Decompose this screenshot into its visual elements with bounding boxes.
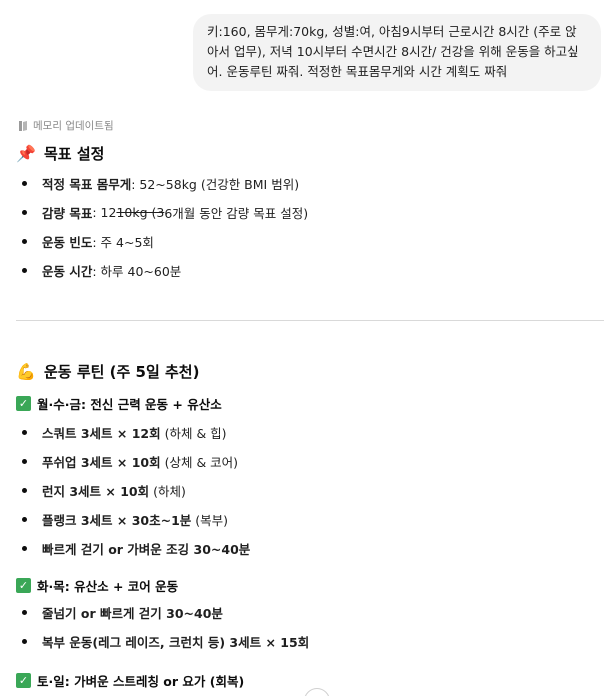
goal-item-frequency: 운동 빈도 : 주 4~5회 [18, 227, 308, 256]
list-item: 줄넘기 or 빠르게 걷기 30~40분 [18, 598, 309, 627]
list-item: 푸쉬업 3세트 × 10회 (상체 & 코어) [18, 447, 250, 476]
bullet-dot [22, 430, 27, 435]
memory-icon [19, 120, 27, 131]
flexed-biceps-icon: 💪 [16, 362, 36, 381]
scroll-down-button[interactable] [304, 688, 330, 696]
routine-section-title: 💪 운동 루틴 (주 5일 추천) [16, 361, 199, 382]
day-group-tue-thu: ✓ 화·목: 유산소 + 코어 운동 [16, 576, 178, 595]
pushpin-icon: 📌 [16, 144, 36, 163]
list-item: 플랭크 3세트 × 30초~1분 (복부) [18, 505, 250, 534]
list-item: 복부 운동(레그 레이즈, 크런치 등) 3세트 × 15회 [18, 627, 309, 656]
day-group-sat-sun: ✓ 토·일: 가벼운 스트레칭 or 요가 (회복) [16, 671, 244, 690]
section-divider [16, 320, 604, 321]
routine-title-text: 운동 루틴 (주 5일 추천) [44, 363, 200, 381]
bullet-dot [22, 210, 27, 215]
goal-item-duration: 운동 시간 : 하루 40~60분 [18, 256, 308, 285]
list-item: 빠르게 걷기 or 가벼운 조깅 30~40분 [18, 534, 250, 563]
bullet-dot [22, 181, 27, 186]
goal-title-text: 목표 설정 [44, 145, 105, 163]
goal-list: 적정 목표 몸무게 : 52~58kg (건강한 BMI 범위) 감량 목표 :… [18, 169, 308, 285]
goal-section-title: 📌 목표 설정 [16, 143, 104, 164]
day-2-exercise-list: 줄넘기 or 빠르게 걷기 30~40분 복부 운동(레그 레이즈, 크런치 등… [18, 598, 309, 656]
check-icon: ✓ [16, 578, 31, 593]
day-group-mon-wed-fri: ✓ 월·수·금: 전신 근력 운동 + 유산소 [16, 394, 222, 413]
user-message-bubble: 키:160, 몸무게:70kg, 성별:여, 아침9시부터 근로시간 8시간 (… [193, 14, 601, 91]
bullet-dot [22, 268, 27, 273]
check-icon: ✓ [16, 396, 31, 411]
bullet-dot [22, 239, 27, 244]
list-item: 스쿼트 3세트 × 12회 (하체 & 힙) [18, 418, 250, 447]
bullet-dot [22, 517, 27, 522]
goal-item-target-weight: 적정 목표 몸무게 : 52~58kg (건강한 BMI 범위) [18, 169, 308, 198]
user-message-text: 키:160, 몸무게:70kg, 성별:여, 아침9시부터 근로시간 8시간 (… [207, 24, 579, 79]
list-item: 런지 3세트 × 10회 (하체) [18, 476, 250, 505]
bullet-dot [22, 488, 27, 493]
bullet-dot [22, 610, 27, 615]
memory-updated-label: 메모리 업데이트됨 [33, 120, 114, 132]
bullet-dot [22, 639, 27, 644]
day-1-exercise-list: 스쿼트 3세트 × 12회 (하체 & 힙) 푸쉬업 3세트 × 10회 (상체… [18, 418, 250, 563]
check-icon: ✓ [16, 673, 31, 688]
bullet-dot [22, 546, 27, 551]
goal-item-loss-target: 감량 목표 : 12 10kg (3 6개월 동안 감량 목표 설정) [18, 198, 308, 227]
bullet-dot [22, 459, 27, 464]
memory-updated-note[interactable]: 메모리 업데이트됨 [18, 118, 114, 133]
